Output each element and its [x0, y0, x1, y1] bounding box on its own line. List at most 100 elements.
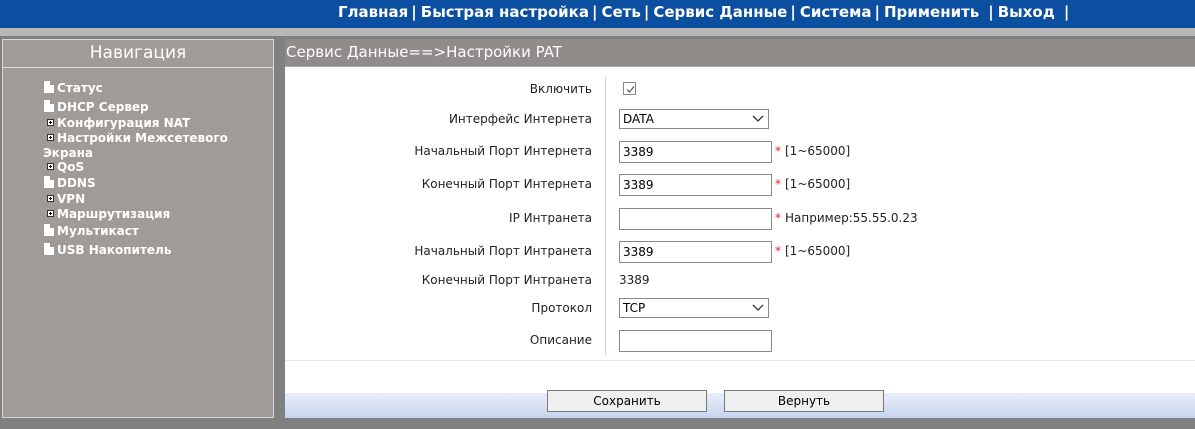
- back-button[interactable]: Вернуть: [724, 390, 884, 412]
- top-navigation-bar: Главная | Быстрая настройка | Сеть | Сервис Да…: [0, 0, 1195, 28]
- enable-checkbox[interactable]: [623, 82, 636, 95]
- lan-start-port-label: Начальный Порт Интранета: [414, 244, 592, 258]
- lan-end-port-value: 3389: [619, 273, 650, 287]
- description-input[interactable]: [619, 330, 772, 352]
- lan-ip-label: IP Интранета: [509, 211, 592, 225]
- document-icon: [43, 223, 55, 237]
- document-icon: [43, 242, 55, 256]
- chevron-down-icon: [752, 115, 764, 122]
- top-nav: Главная | Быстрая настройка | Сеть | Сервис Да…: [338, 3, 1073, 21]
- plus-expand-icon[interactable]: [47, 119, 54, 126]
- wan-interface-value: DATA: [623, 112, 654, 126]
- enable-row: Включить: [285, 79, 1195, 101]
- topnav-separator: |: [592, 3, 598, 21]
- nav-item-label: Настройки Межсетевого: [57, 131, 228, 145]
- topnav-separator: |: [790, 3, 796, 21]
- header-strip: [0, 28, 1195, 36]
- required-marker: *: [775, 144, 781, 158]
- lan-start-port-input[interactable]: [619, 241, 772, 263]
- nav-item-vpn[interactable]: VPN: [47, 192, 85, 206]
- checkmark-icon: [626, 86, 635, 93]
- nav-item-firewall-settings-continuation[interactable]: Экрана: [43, 146, 93, 160]
- topnav-system[interactable]: Система: [800, 3, 872, 21]
- document-icon: [43, 99, 55, 113]
- topnav-separator: |: [411, 3, 417, 21]
- range-hint: [1~65000]: [785, 144, 851, 158]
- nav-item-label: DHCP Сервер: [57, 100, 149, 114]
- range-hint: [1~65000]: [785, 244, 851, 258]
- chevron-down-icon: [752, 304, 764, 311]
- topnav-data-service[interactable]: Сервис Данные: [653, 3, 787, 21]
- nav-item-status[interactable]: Статус: [43, 80, 103, 95]
- topnav-apply[interactable]: Применить: [884, 3, 979, 21]
- nav-item-nat-config[interactable]: Конфигурация NAT: [47, 116, 190, 130]
- lan-end-port-row: Конечный Порт Интранета 3389: [285, 270, 1195, 292]
- nav-item-multicast[interactable]: Мультикаст: [43, 223, 139, 238]
- nav-item-label: Маршрутизация: [57, 207, 171, 221]
- nav-item-label: Статус: [57, 81, 103, 95]
- protocol-label: Протокол: [531, 301, 592, 315]
- nav-item-label: DDNS: [57, 176, 96, 190]
- wan-start-port-label: Начальный Порт Интернета: [414, 144, 592, 158]
- navigation-header: Навигация: [3, 40, 273, 68]
- topnav-separator: |: [643, 3, 650, 21]
- page-title: Сервис Данные==>Настройки PAT: [285, 39, 1195, 67]
- nav-item-label: USB Накопитель: [57, 243, 172, 257]
- navigation-panel: Навигация Статус DHCP Сервер Конфигураци…: [2, 39, 274, 418]
- required-marker: *: [775, 177, 781, 191]
- lan-ip-input[interactable]: [619, 208, 772, 230]
- plus-expand-icon[interactable]: [47, 134, 54, 141]
- range-hint: [1~65000]: [785, 177, 851, 191]
- description-row: Описание: [285, 330, 1195, 352]
- nav-item-dhcp-server[interactable]: DHCP Сервер: [43, 99, 149, 114]
- nav-item-label: Экрана: [43, 146, 94, 160]
- nav-item-firewall-settings[interactable]: Настройки Межсетевого: [47, 131, 228, 145]
- document-icon: [43, 175, 55, 189]
- lan-start-port-row: Начальный Порт Интранета * [1~65000]: [285, 241, 1195, 263]
- wan-end-port-input[interactable]: [619, 174, 772, 196]
- lan-start-port-hint: * [1~65000]: [775, 244, 850, 258]
- document-icon: [43, 80, 55, 94]
- description-label: Описание: [529, 333, 592, 347]
- nav-item-label: Конфигурация NAT: [57, 116, 191, 130]
- plus-expand-icon[interactable]: [47, 210, 54, 217]
- nav-item-usb-storage[interactable]: USB Накопитель: [43, 242, 171, 257]
- plus-expand-icon[interactable]: [47, 195, 54, 202]
- topnav-quick-setup[interactable]: Быстрая настройка: [421, 3, 589, 21]
- nav-item-qos[interactable]: QoS: [47, 160, 84, 174]
- plus-expand-icon[interactable]: [47, 163, 54, 170]
- wan-end-port-label: Конечный Порт Интернета: [421, 177, 592, 191]
- required-marker: *: [775, 244, 781, 258]
- nav-item-label: VPN: [57, 192, 86, 206]
- topnav-separator: |: [988, 3, 994, 21]
- protocol-row: Протокол TCP: [285, 298, 1195, 320]
- topnav-logout[interactable]: Выход: [998, 3, 1055, 21]
- main-content: Сервис Данные==>Настройки PAT Включить И…: [285, 39, 1195, 418]
- required-marker: *: [775, 211, 781, 225]
- protocol-value: TCP: [623, 301, 646, 315]
- wan-start-port-input[interactable]: [619, 141, 772, 163]
- nav-item-ddns[interactable]: DDNS: [43, 175, 96, 190]
- wan-interface-label: Интерфейс Интернета: [448, 112, 592, 126]
- enable-label: Включить: [529, 82, 592, 96]
- lan-ip-hint: * Например:55.55.0.23: [775, 211, 918, 225]
- ip-example-hint: Например:55.55.0.23: [785, 211, 918, 225]
- lan-end-port-label: Конечный Порт Интранета: [421, 273, 592, 287]
- nav-item-label: Мультикаст: [57, 224, 139, 238]
- wan-interface-row: Интерфейс Интернета DATA: [285, 109, 1195, 131]
- topnav-separator: |: [874, 3, 880, 21]
- wan-interface-select[interactable]: DATA: [619, 109, 769, 129]
- wan-end-port-hint: * [1~65000]: [775, 177, 850, 191]
- footer-strip: [0, 418, 1195, 429]
- nav-item-label: QoS: [57, 160, 85, 174]
- topnav-separator: |: [1063, 3, 1070, 21]
- topnav-home[interactable]: Главная: [338, 3, 408, 21]
- save-button[interactable]: Сохранить: [547, 390, 707, 412]
- wan-start-port-row: Начальный Порт Интернета * [1~65000]: [285, 141, 1195, 163]
- pat-settings-form: Включить Интерфейс Интернета DATA Началь…: [285, 73, 1195, 361]
- wan-end-port-row: Конечный Порт Интернета * [1~65000]: [285, 174, 1195, 196]
- nav-item-routing[interactable]: Маршрутизация: [47, 207, 170, 221]
- lan-ip-row: IP Интранета * Например:55.55.0.23: [285, 208, 1195, 230]
- protocol-select[interactable]: TCP: [619, 298, 769, 318]
- topnav-network[interactable]: Сеть: [601, 3, 640, 21]
